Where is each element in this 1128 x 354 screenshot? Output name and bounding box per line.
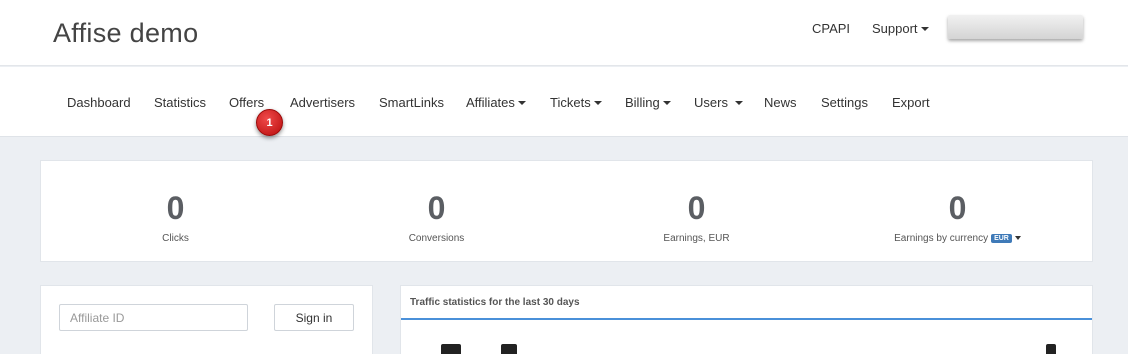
stat-value: 0	[687, 190, 706, 226]
currency-badge[interactable]: EUR	[991, 234, 1012, 243]
nav-tickets-label: Tickets	[550, 95, 591, 110]
stat-value: 0	[948, 190, 967, 226]
support-label: Support	[872, 21, 918, 36]
stat-earnings-by-currency: 0 Earnings by currency EUR	[826, 161, 1089, 244]
chevron-down-icon	[517, 100, 526, 105]
nav-offers[interactable]: Offers	[229, 95, 264, 110]
traffic-statistics-card: Traffic statistics for the last 30 days	[400, 285, 1093, 354]
nav-settings[interactable]: Settings	[821, 95, 868, 110]
chart-preview-mark	[501, 344, 517, 354]
stat-value: 0	[427, 190, 446, 226]
stat-conversions: 0 Conversions	[305, 161, 568, 244]
stat-label-text: Earnings by currency	[894, 233, 989, 244]
stat-earnings: 0 Earnings, EUR	[565, 161, 828, 244]
traffic-card-title: Traffic statistics for the last 30 days	[401, 286, 1092, 320]
cpapi-link[interactable]: CPAPI	[812, 21, 850, 36]
stat-clicks: 0 Clicks	[44, 161, 307, 244]
chevron-down-icon	[593, 100, 602, 105]
brand-title[interactable]: Affise demo	[53, 18, 198, 49]
affiliate-login-card: Sign in	[40, 285, 373, 354]
chevron-down-icon	[662, 100, 671, 105]
stat-label: Conversions	[408, 233, 465, 244]
nav-dashboard[interactable]: Dashboard	[67, 95, 131, 110]
nav-users-label: Users	[694, 95, 728, 110]
nav-smartlinks[interactable]: SmartLinks	[379, 95, 444, 110]
chevron-down-icon[interactable]	[1014, 236, 1021, 241]
nav-billing-label: Billing	[625, 95, 660, 110]
nav-export[interactable]: Export	[892, 95, 930, 110]
main-nav: Dashboard Statistics Offers Advertisers …	[0, 67, 1128, 137]
user-account-box[interactable]	[948, 15, 1083, 39]
sign-in-button[interactable]: Sign in	[274, 304, 354, 331]
nav-billing[interactable]: Billing	[625, 95, 671, 110]
stat-label: Earnings, EUR	[663, 233, 730, 244]
stat-label: Earnings by currency EUR	[826, 233, 1089, 244]
nav-statistics[interactable]: Statistics	[154, 95, 206, 110]
chevron-down-icon	[734, 100, 743, 105]
chevron-down-icon	[920, 26, 929, 31]
stats-summary-card: 0 Clicks 0 Conversions 0 Earnings, EUR 0…	[40, 160, 1093, 262]
nav-tickets[interactable]: Tickets	[550, 95, 602, 110]
chart-preview-mark	[1046, 344, 1056, 354]
chart-preview-mark	[441, 344, 461, 354]
nav-advertisers[interactable]: Advertisers	[290, 95, 355, 110]
affiliate-id-input[interactable]	[59, 304, 248, 331]
nav-users[interactable]: Users	[694, 95, 743, 110]
nav-affiliates-label: Affiliates	[466, 95, 515, 110]
top-header: Affise demo CPAPI Support	[0, 0, 1128, 66]
stat-label: Clicks	[162, 233, 189, 244]
nav-affiliates[interactable]: Affiliates	[466, 95, 526, 110]
nav-news[interactable]: News	[764, 95, 797, 110]
step-annotation-badge: 1	[256, 109, 283, 136]
stat-value: 0	[166, 190, 185, 226]
support-dropdown[interactable]: Support	[872, 21, 929, 36]
